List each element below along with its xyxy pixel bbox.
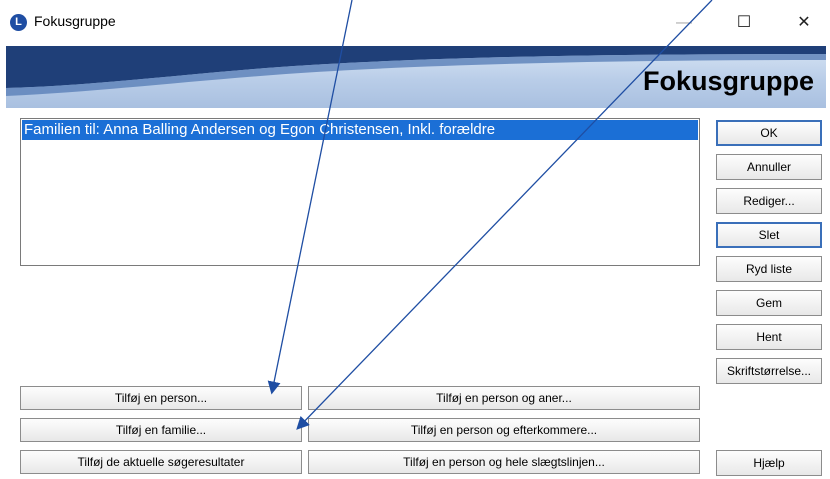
clear-list-button[interactable]: Ryd liste	[716, 256, 822, 282]
load-button[interactable]: Hent	[716, 324, 822, 350]
header-banner: Fokusgruppe	[6, 46, 826, 108]
cancel-button[interactable]: Annuller	[716, 154, 822, 180]
focus-group-list[interactable]: Familien til: Anna Balling Andersen og E…	[20, 118, 700, 266]
minimize-button[interactable]: —	[664, 8, 704, 38]
edit-button[interactable]: Rediger...	[716, 188, 822, 214]
add-search-results-button[interactable]: Tilføj de aktuelle søgeresultater	[20, 450, 302, 474]
window-title: Fokusgruppe	[34, 13, 116, 29]
close-button[interactable]: ✕	[784, 8, 824, 38]
title-bar: L Fokusgruppe — ☐ ✕	[0, 0, 830, 46]
save-button[interactable]: Gem	[716, 290, 822, 316]
list-item[interactable]: Familien til: Anna Balling Andersen og E…	[22, 120, 698, 140]
help-button[interactable]: Hjælp	[716, 450, 822, 476]
app-logo-icon: L	[10, 14, 27, 31]
banner-title: Fokusgruppe	[642, 66, 814, 96]
delete-button[interactable]: Slet	[716, 222, 822, 248]
ok-button[interactable]: OK	[716, 120, 822, 146]
add-family-button[interactable]: Tilføj en familie...	[20, 418, 302, 442]
add-person-ancestors-button[interactable]: Tilføj en person og aner...	[308, 386, 700, 410]
font-size-button[interactable]: Skriftstørrelse...	[716, 358, 822, 384]
add-person-button[interactable]: Tilføj en person...	[20, 386, 302, 410]
add-person-descendants-button[interactable]: Tilføj en person og efterkommere...	[308, 418, 700, 442]
add-person-lineage-button[interactable]: Tilføj en person og hele slægtslinjen...	[308, 450, 700, 474]
maximize-button[interactable]: ☐	[724, 8, 764, 38]
